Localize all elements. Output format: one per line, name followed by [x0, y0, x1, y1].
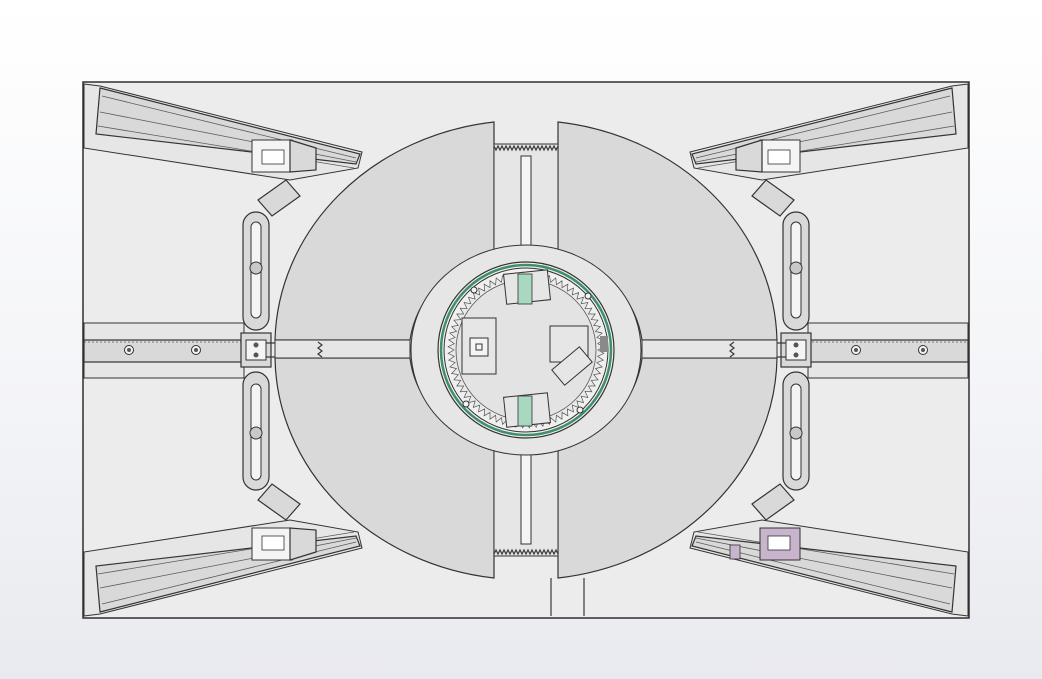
- left-rail: [83, 322, 245, 379]
- right-rail: [807, 322, 969, 379]
- center-hub: [410, 244, 642, 456]
- cad-viewport[interactable]: [0, 0, 1042, 679]
- cad-drawing: [82, 81, 970, 619]
